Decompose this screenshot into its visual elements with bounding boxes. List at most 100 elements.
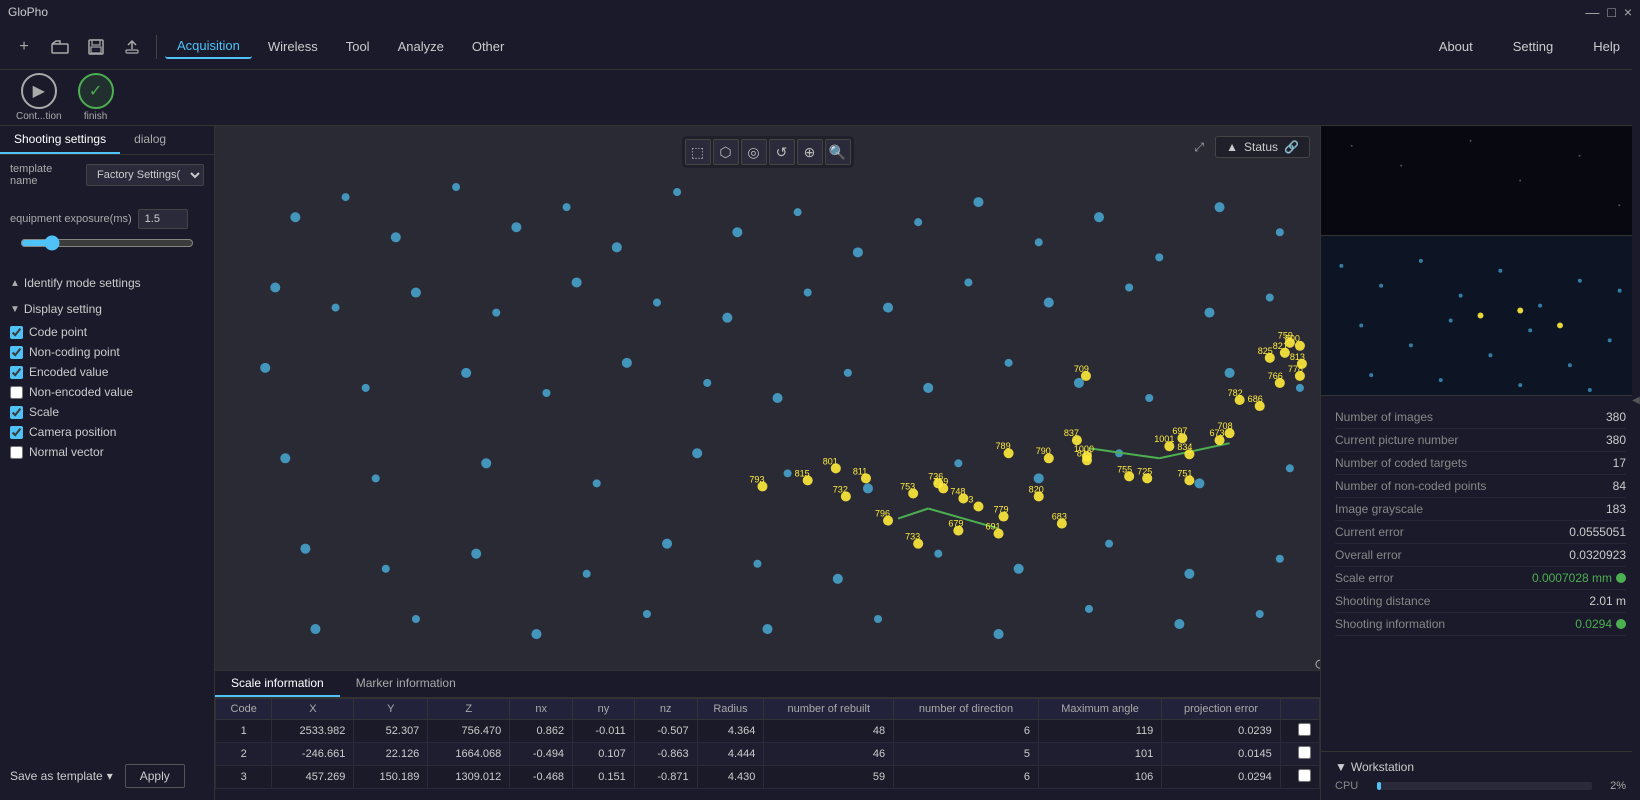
svg-text:800: 800 — [1285, 334, 1300, 344]
cell-direction: 6 — [894, 766, 1039, 789]
close-icon[interactable]: × — [1624, 4, 1632, 20]
menu-help[interactable]: Help — [1581, 35, 1632, 58]
tab-marker-information[interactable]: Marker information — [340, 671, 472, 697]
tool-rect[interactable]: ⬚ — [685, 139, 711, 165]
panel-tabs: Shooting settings dialog — [0, 126, 214, 155]
template-section: template name Factory Settings( — [0, 155, 214, 201]
svg-text:820: 820 — [1029, 484, 1044, 494]
apply-button[interactable]: Apply — [125, 764, 185, 788]
right-collapse-handle[interactable]: ◀ — [1632, 126, 1640, 800]
stat-label: Current picture number — [1335, 433, 1458, 447]
stat-scale-error: Scale error 0.0007028 mm — [1335, 567, 1626, 590]
save-template-label: Save as template — [10, 769, 103, 783]
checkbox-list: Code point Non-coding point Encoded valu… — [0, 322, 214, 462]
svg-text:679: 679 — [948, 519, 963, 529]
checkbox-non-coding-input[interactable] — [10, 346, 23, 359]
tool-circle[interactable]: ◎ — [741, 139, 767, 165]
checkbox-code-point-input[interactable] — [10, 326, 23, 339]
checkbox-camera-position-input[interactable] — [10, 426, 23, 439]
svg-text:813: 813 — [1290, 352, 1305, 362]
cell-code: 2 — [216, 743, 272, 766]
maximize-icon[interactable]: □ — [1607, 4, 1615, 20]
cell-nx: -0.468 — [510, 766, 573, 789]
cell-code: 3 — [216, 766, 272, 789]
cell-nz: -0.507 — [634, 720, 697, 743]
cell-x: 2533.982 — [272, 720, 354, 743]
bottom-panel: Scale information Marker information Cod… — [215, 670, 1320, 800]
menu-acquisition[interactable]: Acquisition — [165, 34, 252, 59]
save-icon[interactable] — [80, 31, 112, 63]
stat-non-coded: Number of non-coded points 84 — [1335, 475, 1626, 498]
tab-scale-information[interactable]: Scale information — [215, 671, 340, 697]
cell-ny: 0.107 — [573, 743, 635, 766]
stat-value-green: 0.0294 — [1575, 617, 1626, 631]
menu-about[interactable]: About — [1427, 35, 1485, 58]
preview-top — [1321, 126, 1640, 236]
cell-nx: 0.862 — [510, 720, 573, 743]
menu-analyze[interactable]: Analyze — [386, 35, 456, 58]
stat-current-picture: Current picture number 380 — [1335, 429, 1626, 452]
tool-crosshair[interactable]: ⊕ — [797, 139, 823, 165]
cell-nz: -0.863 — [634, 743, 697, 766]
stat-coded-targets: Number of coded targets 17 — [1335, 452, 1626, 475]
svg-text:837: 837 — [1064, 428, 1079, 438]
continue-button[interactable]: ▶ Cont...tion — [16, 73, 62, 122]
stat-label: Scale error — [1335, 571, 1394, 585]
stat-shooting-distance: Shooting distance 2.01 m — [1335, 590, 1626, 613]
cell-rebuilt: 48 — [764, 720, 894, 743]
cell-check[interactable] — [1280, 743, 1319, 766]
exposure-input[interactable] — [138, 209, 188, 229]
window-controls[interactable]: — □ × — [1585, 4, 1632, 20]
open-icon[interactable] — [44, 31, 76, 63]
stat-value: 0.0320923 — [1569, 548, 1626, 562]
svg-text:779: 779 — [994, 505, 1009, 515]
menu-wireless[interactable]: Wireless — [256, 35, 330, 58]
finish-button[interactable]: ✓ finish — [78, 73, 114, 122]
checkbox-normal-vector-input[interactable] — [10, 446, 23, 459]
display-section-header[interactable]: ▼ Display setting — [0, 296, 214, 322]
cell-check[interactable] — [1280, 766, 1319, 789]
canvas-topright: ⤢ ▲ Status 🔗 — [1189, 136, 1310, 158]
svg-text:732: 732 — [833, 484, 848, 494]
menu-tool[interactable]: Tool — [334, 35, 382, 58]
svg-text:719: 719 — [933, 476, 948, 486]
tool-poly[interactable]: ⬡ — [713, 139, 739, 165]
menu-setting[interactable]: Setting — [1501, 35, 1565, 58]
cell-check[interactable] — [1280, 720, 1319, 743]
exposure-slider[interactable] — [20, 235, 194, 251]
status-link-icon[interactable]: 🔗 — [1284, 140, 1299, 154]
tool-rotate[interactable]: ↺ — [769, 139, 795, 165]
tool-zoom[interactable]: 🔍 — [825, 139, 851, 165]
export-icon[interactable] — [116, 31, 148, 63]
checkbox-scale: Scale — [0, 402, 214, 422]
fullscreen-icon[interactable]: ⤢ — [1189, 137, 1209, 157]
checkbox-camera-position: Camera position — [0, 422, 214, 442]
row-checkbox[interactable] — [1298, 746, 1311, 759]
minimize-icon[interactable]: — — [1585, 4, 1599, 20]
cell-radius: 4.444 — [697, 743, 764, 766]
identify-section-header[interactable]: ▲ Identify mode settings — [0, 270, 214, 296]
cell-y: 22.126 — [354, 743, 428, 766]
save-template-chevron: ▾ — [107, 769, 113, 783]
row-checkbox[interactable] — [1298, 769, 1311, 782]
row-checkbox[interactable] — [1298, 723, 1311, 736]
svg-text:789: 789 — [996, 441, 1011, 451]
cell-y: 150.189 — [354, 766, 428, 789]
checkbox-scale-input[interactable] — [10, 406, 23, 419]
save-template-button[interactable]: Save as template ▾ — [10, 769, 113, 783]
cpu-pct: 2% — [1598, 780, 1626, 792]
tab-dialog[interactable]: dialog — [120, 126, 180, 154]
svg-text:811: 811 — [853, 466, 867, 476]
new-icon[interactable]: + — [8, 31, 40, 63]
template-name-select[interactable]: Factory Settings( — [86, 164, 204, 186]
workstation-header: ▼ Workstation — [1335, 760, 1626, 774]
col-check — [1280, 699, 1319, 720]
stat-label: Overall error — [1335, 548, 1402, 562]
stat-value: 84 — [1613, 479, 1626, 493]
checkbox-non-encoded-input[interactable] — [10, 386, 23, 399]
stat-label: Current error — [1335, 525, 1404, 539]
checkbox-encoded-value-input[interactable] — [10, 366, 23, 379]
tab-shooting-settings[interactable]: Shooting settings — [0, 126, 120, 154]
menu-other[interactable]: Other — [460, 35, 517, 58]
workstation-label: Workstation — [1351, 760, 1414, 774]
